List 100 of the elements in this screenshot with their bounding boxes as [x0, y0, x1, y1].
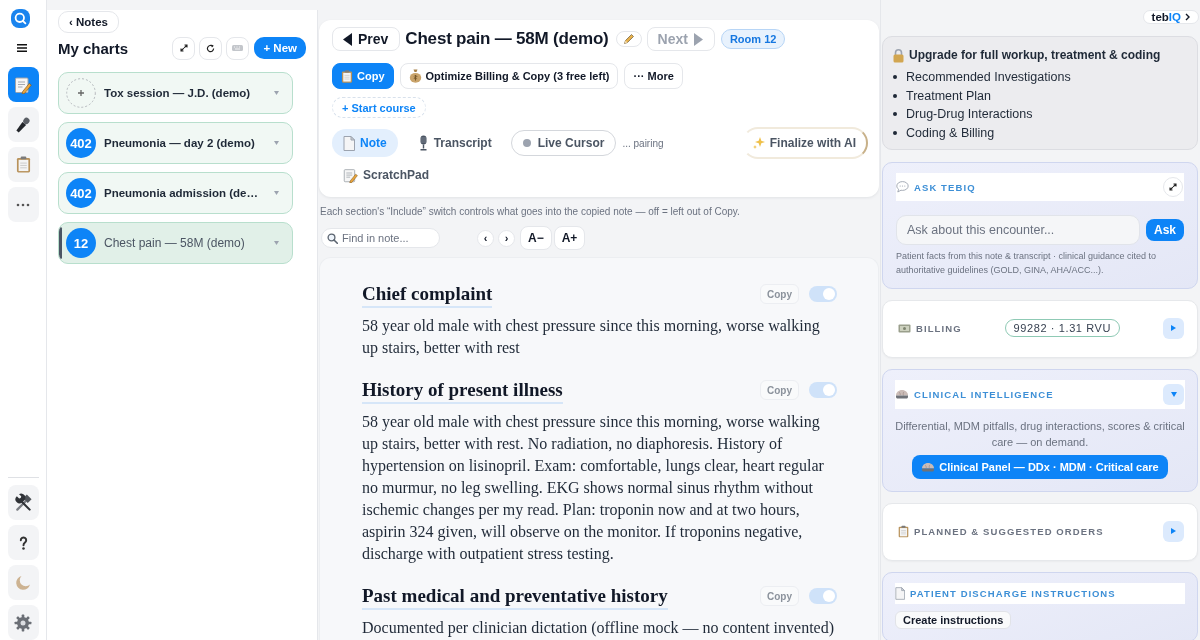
chart-title: Pneumonia admission (de…: [104, 187, 259, 199]
refresh-button[interactable]: [199, 36, 223, 60]
keyboard-icon: [232, 45, 244, 51]
section-heading: History of present illness: [362, 378, 563, 404]
chart-item[interactable]: 12 Chest pain — 58M (demo): [58, 222, 293, 264]
brain-icon: [895, 389, 909, 400]
chart-item[interactable]: Tox session — J.D. (demo): [58, 72, 293, 114]
collapse-button[interactable]: [1163, 384, 1184, 405]
encounter-title: Chest pain — 58M (demo): [405, 29, 609, 49]
expand-button[interactable]: [1163, 520, 1184, 542]
tools-icon: [13, 493, 33, 512]
moon-icon: [15, 574, 31, 591]
section-text: Documented per clinician dictation (offline mock — no content invented): [362, 618, 834, 639]
section-text: 58 year old male with chest pressure since this morning, worse walking up stairs, better with rest: [362, 316, 821, 359]
prev-button[interactable]: Prev: [332, 27, 401, 51]
expand-button[interactable]: [1163, 317, 1184, 339]
clipboard-icon: [341, 69, 353, 83]
theme-button[interactable]: [7, 565, 39, 600]
include-hint: Each section's “Include” switch controls what goes into the copied note — off = left out of Copy.: [320, 206, 741, 217]
logo-icon: [10, 9, 30, 28]
feature-item: Coding & Billing: [906, 125, 995, 140]
caret-down-icon: [274, 191, 279, 195]
chart-item[interactable]: 402 Pneumonia admission (de…: [58, 172, 293, 214]
card-title: ASK TEBIQ: [914, 181, 976, 193]
include-toggle[interactable]: [809, 588, 837, 604]
panel-title: My charts: [58, 39, 130, 57]
chart-title: Tox session — J.D. (demo): [104, 87, 252, 99]
feature-item: Recommended Investigations: [906, 70, 1071, 85]
caret-right-icon: [1171, 528, 1176, 534]
room-avatar: 402: [66, 128, 96, 158]
disclaimer-text: Patient facts from this note & transcript · clinical guidance cited to authoritative guidelines (GOLD, GINA, AHA/ACC...).: [896, 250, 1158, 277]
gear-icon: [14, 613, 32, 632]
create-instructions-button[interactable]: Create instructions: [895, 611, 1012, 629]
notepad-icon: [343, 167, 358, 183]
clipboard-icon: [15, 156, 31, 173]
decrease-font-button[interactable]: A−: [520, 226, 552, 250]
caret-down-icon: [1170, 392, 1177, 397]
upgrade-title: Upgrade for full workup, treatment & coding: [909, 48, 1161, 62]
notes-nav-button[interactable]: [7, 67, 39, 102]
pairing-status: ... pairing: [622, 137, 664, 149]
pencil-icon: [622, 33, 635, 45]
edit-button[interactable]: [615, 31, 642, 47]
refresh-icon: [206, 43, 216, 53]
section-text: 58 year old male with chest pressure since this morning, worse walking up stairs, better with rest. No radiation, no diaphoresis. History of hypertension on lisinopril. Exam: comfortable, lungs clear, heart regular no murmur, no leg swelling. EKG shows normal sinus rhythm without ischemic changes per my read. Plan: troponin now and at two hours, aspirin 324 given, will observe on the monitor. If troponins negative, discharge with outpatient stress testing.: [362, 412, 825, 565]
include-toggle[interactable]: [809, 382, 837, 398]
ask-button[interactable]: Ask: [1146, 219, 1184, 241]
expand-icon: [179, 44, 188, 52]
chart-item[interactable]: 402 Pneumonia — day 2 (demo): [58, 122, 293, 164]
menu-icon[interactable]: [16, 44, 27, 52]
view-tab[interactable]: Transcript: [406, 129, 503, 157]
search-field[interactable]: Find in note...: [321, 228, 440, 248]
brand-button[interactable]: tebIQ: [1142, 10, 1199, 24]
bullet-icon: [893, 75, 897, 80]
clinical-panel-button[interactable]: Clinical Panel — DDx · MDM · Critical care: [912, 455, 1168, 479]
money-bag-icon: [408, 69, 422, 83]
clipboard-nav-button[interactable]: [7, 147, 39, 182]
chevron-right-icon: [1185, 13, 1190, 21]
section-heading: Chief complaint: [362, 282, 493, 308]
copy-button[interactable]: Copy: [332, 63, 394, 89]
caret-down-icon: [274, 141, 279, 145]
card-title: BILLING: [916, 322, 962, 334]
live-cursor-toggle[interactable]: Live Cursor: [510, 130, 617, 156]
expand-button[interactable]: [1163, 177, 1183, 197]
settings-button[interactable]: [7, 605, 39, 640]
room-tag: Room 12: [720, 29, 786, 49]
feature-item: Treatment Plan: [906, 88, 991, 103]
view-tab[interactable]: ScratchPad: [332, 161, 441, 189]
previous-match-button[interactable]: ‹: [477, 229, 494, 247]
increase-font-button[interactable]: A+: [553, 226, 586, 250]
expand-button[interactable]: [172, 36, 196, 60]
cash-icon: [898, 323, 911, 333]
bullet-icon: [893, 93, 897, 98]
caret-right-icon: [1171, 325, 1176, 331]
card-title: CLINICAL INTELLIGENCE: [914, 389, 1054, 400]
dictation-nav-button[interactable]: [7, 107, 39, 142]
bullet-icon: [893, 130, 897, 135]
next-match-button[interactable]: ›: [498, 229, 515, 247]
caret-right-icon: [693, 32, 703, 46]
back-button[interactable]: ‹ Notes: [58, 11, 119, 33]
feature-item: Drug-Drug Interactions: [906, 107, 1033, 122]
plus-circle-icon: [66, 78, 96, 108]
include-toggle[interactable]: [809, 286, 837, 302]
clipboard-icon: [898, 524, 909, 538]
bullet-icon: [893, 112, 897, 117]
card-title: PLANNED & SUGGESTED ORDERS: [914, 525, 1104, 537]
optimize-billing-button[interactable]: Optimize Billing & Copy (3 free left): [399, 63, 619, 89]
tools-button[interactable]: [7, 485, 39, 520]
more-button[interactable]: ··· More: [624, 63, 683, 89]
start-course-button[interactable]: + Start course: [332, 97, 426, 118]
caret-down-icon: [274, 91, 279, 95]
studio-microphone-icon: [417, 135, 429, 151]
search-icon: [327, 232, 338, 244]
question-field[interactable]: Ask about this encounter...: [896, 215, 1140, 245]
brain-icon: [921, 461, 936, 473]
caret-down-icon: [274, 241, 279, 245]
help-button[interactable]: [7, 525, 39, 560]
microphone-icon: [14, 115, 32, 134]
new-chart-button[interactable]: + New: [254, 37, 306, 59]
card-description: Differential, MDM pitfalls, drug interactions, scores & critical care — on demand.: [895, 419, 1185, 450]
caret-left-icon: [343, 32, 352, 46]
